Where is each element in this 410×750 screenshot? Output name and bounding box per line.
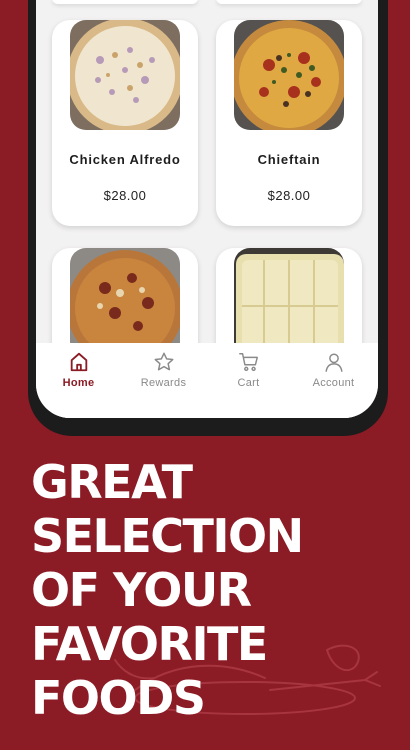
star-icon <box>154 352 173 371</box>
nav-item-home[interactable]: Home <box>36 343 121 403</box>
product-price: $28.00 <box>103 188 147 203</box>
product-name: Chieftain <box>257 152 321 167</box>
nav-item-account[interactable]: Account <box>291 343 376 403</box>
product-card[interactable]: Chicken Alfredo $28.00 <box>52 20 198 226</box>
pizza-photo <box>234 20 344 130</box>
cart-icon <box>238 353 258 372</box>
nav-label-account: Account <box>312 377 355 389</box>
nav-item-cart[interactable]: Cart <box>206 343 291 403</box>
pizza-photo <box>70 248 180 358</box>
nav-label-rewards: Rewards <box>140 377 187 389</box>
breadsticks-photo <box>234 248 344 358</box>
card-stub <box>216 0 362 4</box>
product-price: $28.00 <box>267 188 311 203</box>
account-icon <box>324 353 343 372</box>
nav-label-home: Home <box>62 377 95 389</box>
home-icon <box>70 352 87 372</box>
product-name: Chicken Alfredo <box>69 152 181 167</box>
headline-line: GREAT <box>31 455 193 509</box>
bottom-nav-bar: Home Rewards Cart Account <box>36 343 378 418</box>
product-card[interactable]: Chieftain $28.00 <box>216 20 362 226</box>
headline-line: OF YOUR <box>31 563 252 617</box>
pizza-photo <box>70 20 180 130</box>
phone-screen: Chicken Alfredo $28.00 Chieftain $28.00 <box>36 0 378 418</box>
nav-label-cart: Cart <box>237 377 260 389</box>
promo-headline: GREAT SELECTION OF YOUR FAVORITE FOODS <box>31 455 304 725</box>
card-stub <box>52 0 198 4</box>
headline-line: FAVORITE <box>31 617 268 671</box>
headline-line: SELECTION <box>31 509 304 563</box>
nav-item-rewards[interactable]: Rewards <box>121 343 206 403</box>
headline-line: FOODS <box>31 671 206 725</box>
